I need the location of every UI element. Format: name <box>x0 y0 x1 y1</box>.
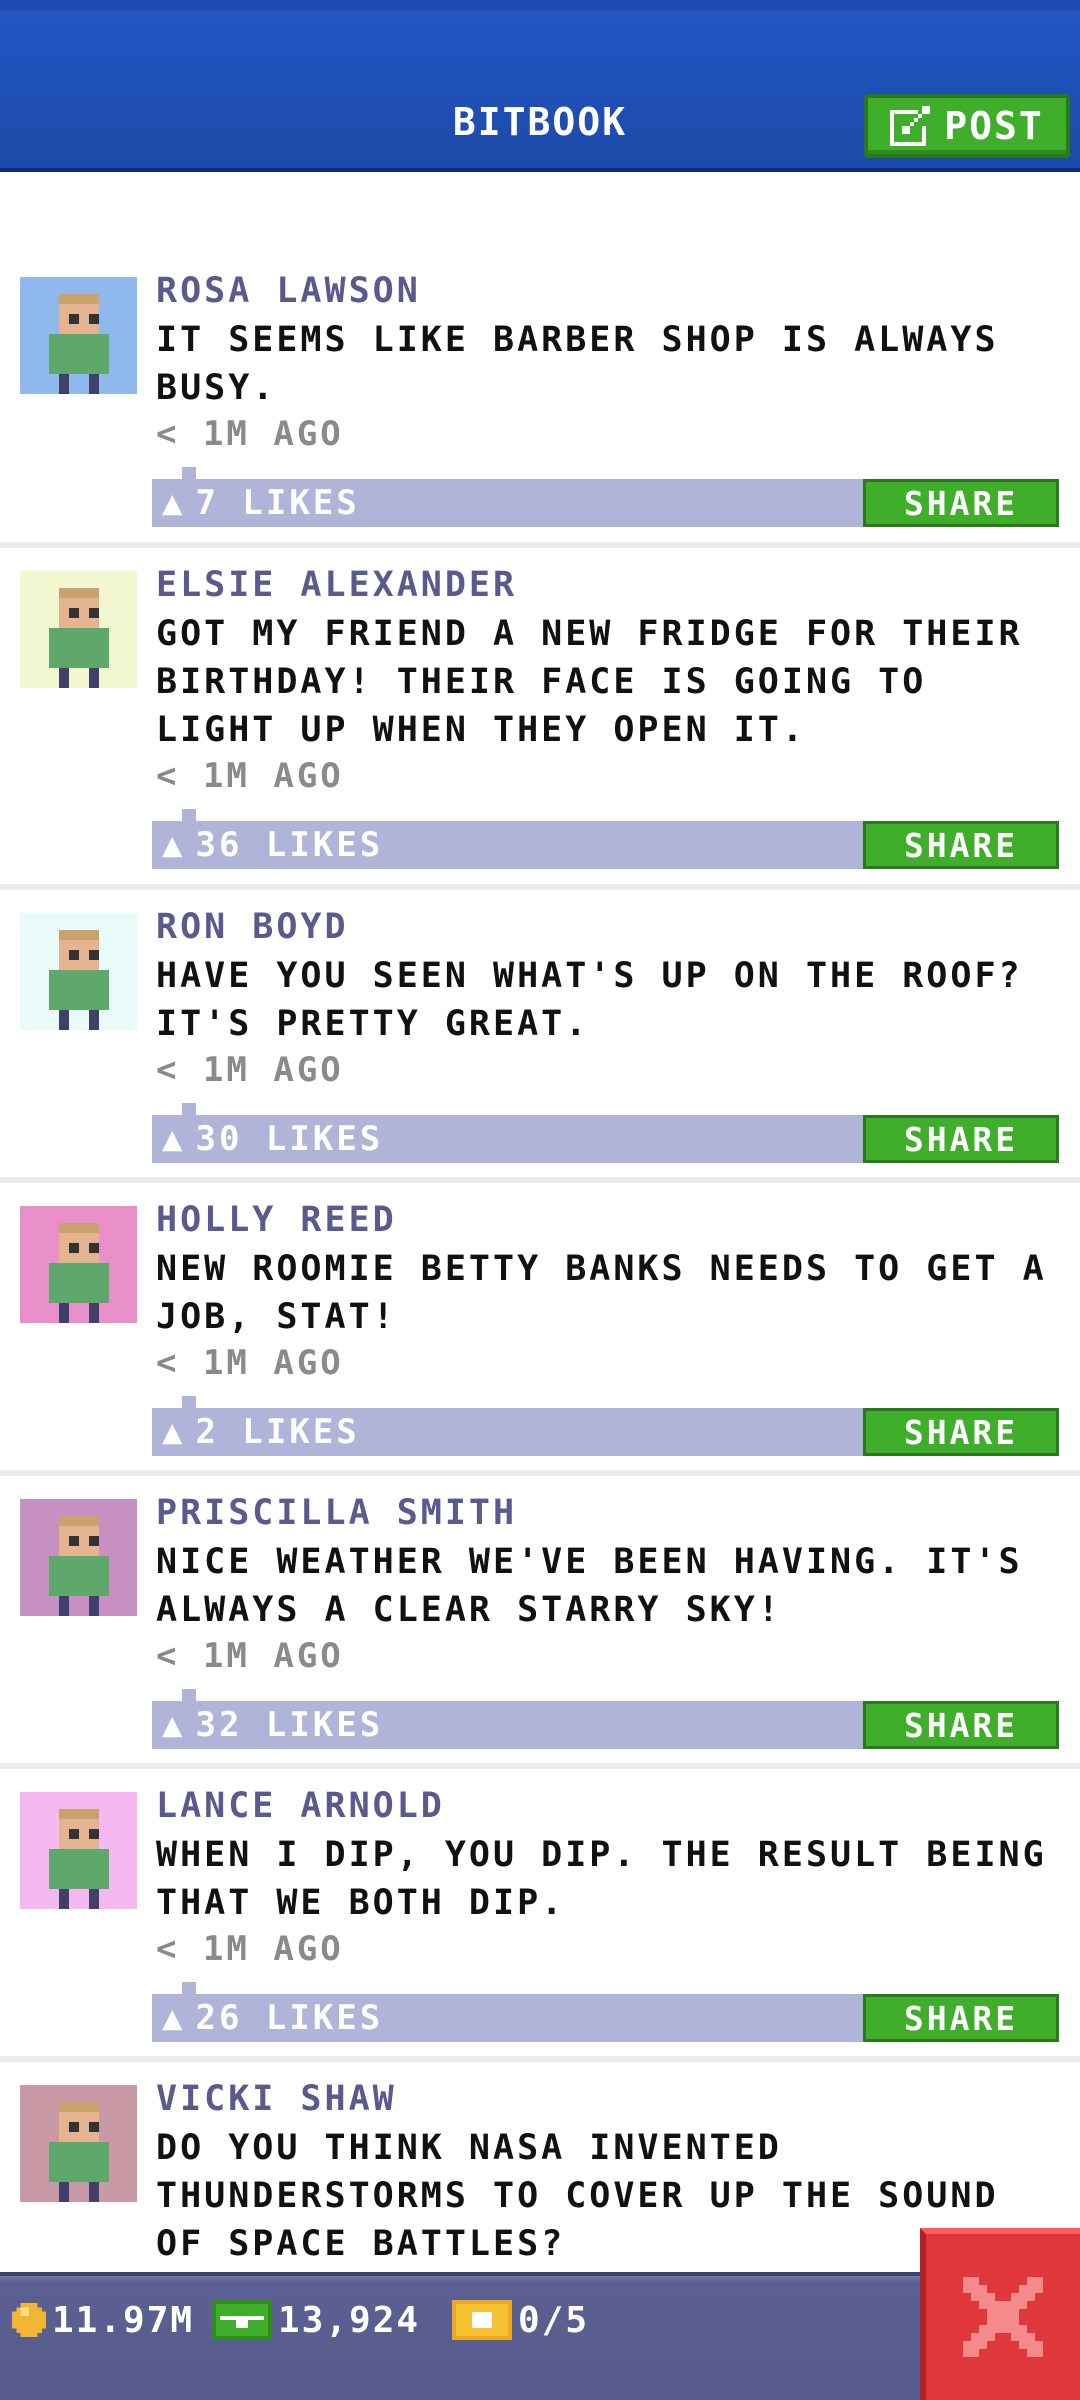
close-button[interactable] <box>920 2228 1080 2400</box>
tickets-stat[interactable]: 0/5 <box>452 2276 589 2364</box>
post-time: < 1M AGO <box>156 1636 344 1676</box>
likes-bar: ▲ 2 LIKES SHARE <box>152 1396 1059 1456</box>
divider <box>0 1470 1080 1476</box>
avatar[interactable] <box>20 2085 137 2202</box>
share-button[interactable]: SHARE <box>863 1994 1059 2042</box>
post-time: < 1M AGO <box>156 756 344 796</box>
person-avatar-icon <box>48 588 109 688</box>
thumb-icon: ▲ <box>162 1412 186 1452</box>
post-author[interactable]: RON BOYD <box>156 907 349 947</box>
likes-count: 32 LIKES <box>195 1705 384 1745</box>
share-button[interactable]: SHARE <box>863 821 1059 869</box>
bux-icon <box>212 2300 272 2340</box>
thumb-icon: ▲ <box>162 1705 186 1745</box>
close-icon <box>963 2277 1043 2357</box>
thumb-icon: ▲ <box>162 1998 186 2038</box>
post-message: HAVE YOU SEEN WHAT'S UP ON THE ROOF? IT'… <box>156 956 1023 1044</box>
likes-bar: ▲ 36 LIKES SHARE <box>152 809 1059 869</box>
coins-value: 11.97M <box>52 2299 195 2341</box>
share-button[interactable]: SHARE <box>863 1408 1059 1456</box>
likes-count: 30 LIKES <box>195 1119 384 1159</box>
avatar[interactable] <box>20 913 137 1030</box>
edit-icon <box>890 106 931 146</box>
post-time: < 1M AGO <box>156 1343 344 1383</box>
person-avatar-icon <box>48 930 109 1030</box>
coin-icon <box>12 2303 46 2337</box>
likes-count: 7 LIKES <box>195 483 360 523</box>
likes-count: 2 LIKES <box>195 1412 360 1452</box>
bux-value: 13,924 <box>278 2299 421 2341</box>
avatar[interactable] <box>20 1792 137 1909</box>
currency-bar: 11.97M 13,924 0/5 <box>0 2272 1080 2400</box>
likes-bar: ▲ 26 LIKES SHARE <box>152 1982 1059 2042</box>
thumb-icon: ▲ <box>162 825 186 865</box>
post-button[interactable]: POST <box>864 94 1070 158</box>
likes-count: 26 LIKES <box>195 1998 384 2038</box>
divider <box>0 1763 1080 1769</box>
likes-bar: ▲ 32 LIKES SHARE <box>152 1689 1059 1749</box>
person-avatar-icon <box>48 1516 109 1616</box>
person-avatar-icon <box>48 1809 109 1909</box>
thumb-icon: ▲ <box>162 1119 186 1159</box>
person-avatar-icon <box>48 1223 109 1323</box>
thumb-icon: ▲ <box>162 483 186 523</box>
post-time: < 1M AGO <box>156 414 344 454</box>
post-author[interactable]: ELSIE ALEXANDER <box>156 565 517 605</box>
share-button[interactable]: SHARE <box>863 1701 1059 1749</box>
post-message: NEW ROOMIE BETTY BANKS NEEDS TO GET A JO… <box>156 1249 1047 1337</box>
divider <box>0 2056 1080 2062</box>
ticket-icon <box>452 2300 512 2340</box>
likes-count: 36 LIKES <box>195 825 384 865</box>
post-author[interactable]: LANCE ARNOLD <box>156 1786 445 1826</box>
post-message: DO YOU THINK NASA INVENTED THUNDERSTORMS… <box>156 2128 999 2264</box>
divider <box>0 884 1080 890</box>
post-button-label: POST <box>944 104 1044 148</box>
likes-bar: ▲ 30 LIKES SHARE <box>152 1103 1059 1163</box>
share-button[interactable]: SHARE <box>863 1115 1059 1163</box>
coins-stat[interactable]: 11.97M <box>12 2276 194 2364</box>
divider <box>0 542 1080 548</box>
post-time: < 1M AGO <box>156 1050 344 1090</box>
post-author[interactable]: PRISCILLA SMITH <box>156 1493 517 1533</box>
avatar[interactable] <box>20 1499 137 1616</box>
post-message: WHEN I DIP, YOU DIP. THE RESULT BEING TH… <box>156 1835 1047 1923</box>
likes-bar: ▲ 7 LIKES SHARE <box>152 467 1059 527</box>
share-button[interactable]: SHARE <box>863 479 1059 527</box>
post-author[interactable]: ROSA LAWSON <box>156 271 421 311</box>
avatar[interactable] <box>20 277 137 394</box>
tickets-value: 0/5 <box>518 2299 590 2341</box>
divider <box>0 1177 1080 1183</box>
post-author[interactable]: VICKI SHAW <box>156 2079 397 2119</box>
post-message: IT SEEMS LIKE BARBER SHOP IS ALWAYS BUSY… <box>156 320 999 408</box>
avatar[interactable] <box>20 571 137 688</box>
avatar[interactable] <box>20 1206 137 1323</box>
app-header: BITBOOK POST <box>0 0 1080 172</box>
person-avatar-icon <box>48 2102 109 2202</box>
bux-stat[interactable]: 13,924 <box>212 2276 420 2364</box>
post-time: < 1M AGO <box>156 1929 344 1969</box>
post-author[interactable]: HOLLY REED <box>156 1200 397 1240</box>
person-avatar-icon <box>48 294 109 394</box>
post-message: NICE WEATHER WE'VE BEEN HAVING. IT'S ALW… <box>156 1542 1023 1630</box>
post-message: GOT MY FRIEND A NEW FRIDGE FOR THEIR BIR… <box>156 614 1023 750</box>
